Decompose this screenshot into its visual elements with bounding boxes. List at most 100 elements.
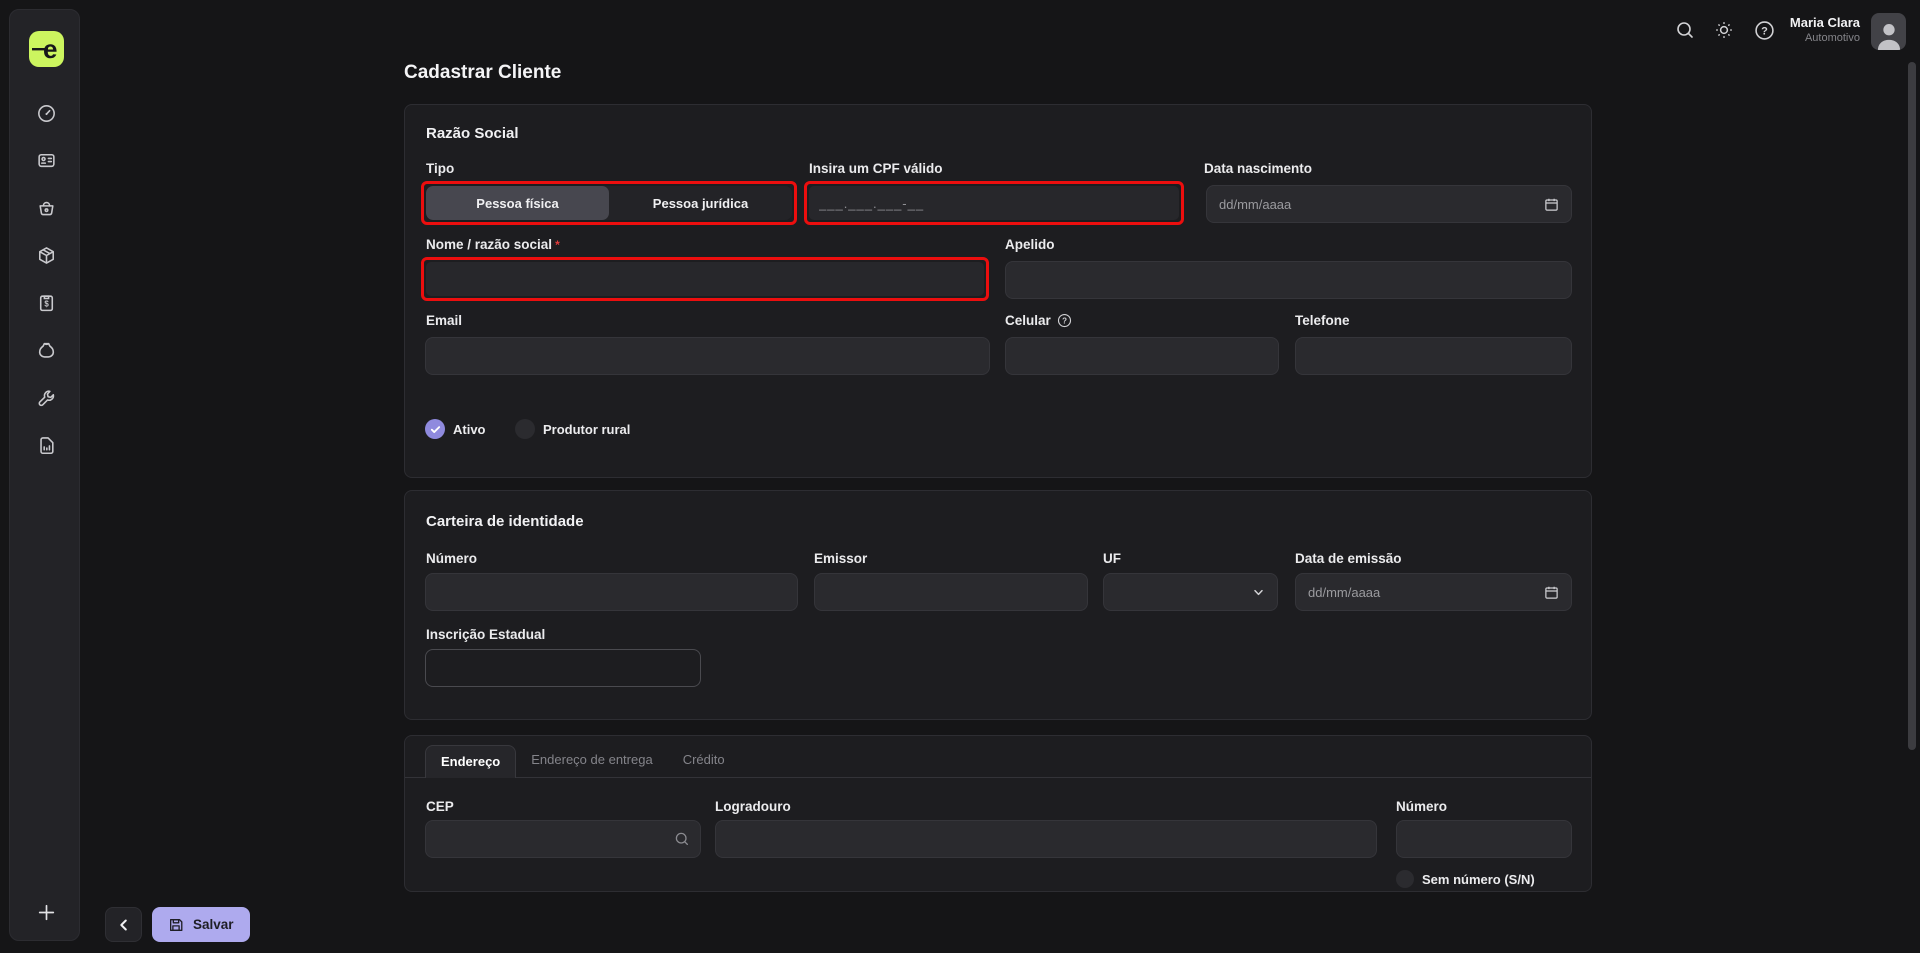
app-root: e $ <box>0 0 1920 953</box>
search-icon <box>1675 20 1695 40</box>
data-emissao-label: Data de emissão <box>1295 551 1402 566</box>
checkbox-circle <box>425 419 445 439</box>
sidebar-item-relatorios[interactable] <box>28 427 64 463</box>
email-label: Email <box>426 313 462 328</box>
check-icon <box>430 424 441 435</box>
nome-razao-social-input[interactable] <box>426 262 984 296</box>
tipo-toggle: Pessoa física Pessoa jurídica <box>426 186 792 220</box>
save-floppy-icon <box>168 917 184 933</box>
user-name: Maria Clara <box>1790 14 1860 31</box>
inscricao-estadual-label: Inscrição Estadual <box>426 627 545 642</box>
sidebar-item-produtos[interactable] <box>28 237 64 273</box>
logo-e-icon: e <box>29 31 64 67</box>
sidebar-item-dashboard[interactable] <box>28 95 64 131</box>
invoice-icon: $ <box>36 292 57 313</box>
required-star: * <box>555 238 560 252</box>
calendar-icon <box>1544 585 1559 600</box>
ativo-label: Ativo <box>453 422 486 437</box>
package-icon <box>36 245 57 266</box>
cep-search-icon[interactable] <box>674 831 690 847</box>
cep-input[interactable] <box>426 821 674 857</box>
search-button[interactable] <box>1671 16 1699 44</box>
sem-numero-label: Sem número (S/N) <box>1422 872 1535 887</box>
data-nascimento-input[interactable]: dd/mm/aaaa <box>1206 185 1572 223</box>
save-label: Salvar <box>193 917 234 932</box>
money-bag-icon <box>36 340 57 361</box>
logradouro-label: Logradouro <box>715 799 791 814</box>
data-nascimento-label: Data nascimento <box>1204 161 1312 176</box>
user-role: Automotivo <box>1790 31 1860 46</box>
tipo-pessoa-juridica-button[interactable]: Pessoa jurídica <box>609 186 792 220</box>
chevron-down-icon <box>1252 586 1265 599</box>
celular-input[interactable] <box>1005 337 1279 375</box>
checkbox-circle <box>515 419 535 439</box>
celular-label: Celular? <box>1005 313 1072 328</box>
uf-label: UF <box>1103 551 1121 566</box>
telefone-label: Telefone <box>1295 313 1350 328</box>
sidebar-add-button[interactable] <box>28 894 64 930</box>
tab-endereco[interactable]: Endereço <box>425 745 516 778</box>
sun-icon <box>1714 20 1734 40</box>
app-logo[interactable]: e <box>29 31 64 67</box>
chevron-left-icon <box>116 917 132 933</box>
tipo-required-highlight: Pessoa física Pessoa jurídica <box>421 181 797 225</box>
ativo-checkbox[interactable]: Ativo <box>425 419 486 439</box>
calendar-icon <box>1544 197 1559 212</box>
sidebar-item-financeiro[interactable] <box>28 332 64 368</box>
back-button[interactable] <box>105 907 142 942</box>
scrollbar[interactable] <box>1908 62 1916 750</box>
checkbox-circle <box>1396 870 1414 888</box>
page-title: Cadastrar Cliente <box>404 62 561 84</box>
uf-select[interactable] <box>1103 573 1278 611</box>
theme-toggle-button[interactable] <box>1710 16 1738 44</box>
svg-text:?: ? <box>1761 25 1768 37</box>
help-button[interactable]: ? <box>1750 16 1778 44</box>
endereco-numero-input[interactable] <box>1396 820 1572 858</box>
wrench-icon <box>36 388 57 409</box>
tab-credito[interactable]: Crédito <box>668 744 740 777</box>
section-endereco: Endereço Endereço de entrega Crédito CEP… <box>404 735 1592 892</box>
cep-field <box>425 820 701 858</box>
sidebar-item-vendas[interactable] <box>28 190 64 226</box>
email-input[interactable] <box>425 337 990 375</box>
section-title: Razão Social <box>426 125 519 142</box>
telefone-input[interactable] <box>1295 337 1572 375</box>
produtor-rural-checkbox[interactable]: Produtor rural <box>515 419 630 439</box>
emissor-input[interactable] <box>814 573 1088 611</box>
tipo-label: Tipo <box>426 161 454 176</box>
section-title: Carteira de identidade <box>426 513 584 530</box>
id-card-icon <box>36 150 57 171</box>
logradouro-input[interactable] <box>715 820 1377 858</box>
basket-icon <box>36 198 57 219</box>
produtor-rural-label: Produtor rural <box>543 422 630 437</box>
cpf-required-highlight <box>804 181 1184 225</box>
avatar[interactable] <box>1871 13 1906 50</box>
endereco-tabbar: Endereço Endereço de entrega Crédito <box>405 745 1591 778</box>
nome-razao-social-label: Nome / razão social* <box>426 237 560 252</box>
carteira-numero-input[interactable] <box>425 573 798 611</box>
sem-numero-checkbox[interactable]: Sem número (S/N) <box>1396 870 1535 888</box>
person-icon <box>1874 18 1904 50</box>
tipo-pessoa-fisica-button[interactable]: Pessoa física <box>426 186 609 220</box>
nome-required-highlight <box>421 257 989 301</box>
inscricao-estadual-input[interactable] <box>425 649 701 687</box>
celular-help-icon[interactable]: ? <box>1057 313 1072 328</box>
section-carteira-identidade: Carteira de identidade Número Emissor UF… <box>404 490 1592 720</box>
emissor-label: Emissor <box>814 551 867 566</box>
sidebar-item-clientes[interactable] <box>28 142 64 178</box>
cep-label: CEP <box>426 799 454 814</box>
sidebar: e $ <box>9 9 80 941</box>
user-info[interactable]: Maria Clara Automotivo <box>1790 14 1860 46</box>
svg-text:$: $ <box>44 299 49 308</box>
data-emissao-input[interactable]: dd/mm/aaaa <box>1295 573 1572 611</box>
date-placeholder: dd/mm/aaaa <box>1308 585 1544 600</box>
date-placeholder: dd/mm/aaaa <box>1219 197 1544 212</box>
plus-icon <box>36 902 57 923</box>
sidebar-item-servicos[interactable] <box>28 380 64 416</box>
tab-endereco-entrega[interactable]: Endereço de entrega <box>516 744 667 777</box>
save-button[interactable]: Salvar <box>152 907 250 942</box>
report-icon <box>36 435 57 456</box>
cpf-input[interactable] <box>809 186 1179 220</box>
apelido-input[interactable] <box>1005 261 1572 299</box>
sidebar-item-orcamentos[interactable]: $ <box>28 284 64 320</box>
